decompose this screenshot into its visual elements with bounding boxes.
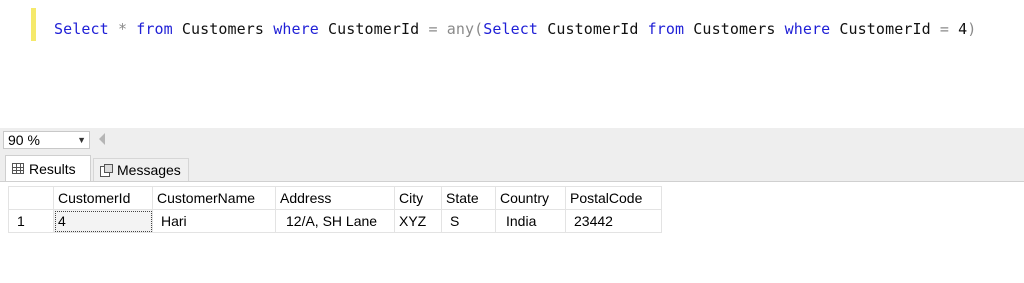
column-header[interactable]: Address (275, 186, 395, 210)
tab-results[interactable]: Results (5, 155, 91, 181)
sql-token: ( (474, 20, 484, 38)
grid-icon (12, 163, 24, 174)
grid-header-row: CustomerId CustomerName Address City Sta… (8, 186, 662, 210)
sql-token: where (784, 20, 831, 38)
sql-token: CustomerId (318, 20, 429, 38)
zoom-dropdown[interactable]: 90 % ▼ (3, 131, 90, 149)
zoom-value: 90 % (8, 132, 40, 148)
messages-icon (100, 164, 113, 177)
query-editor[interactable]: Select * from Customers where CustomerId… (0, 0, 1024, 128)
sql-token: = (939, 20, 949, 38)
sql-token: * (117, 20, 128, 38)
sql-token: = (428, 20, 438, 38)
scroll-left-arrow-icon[interactable] (99, 133, 105, 145)
column-header[interactable]: CustomerId (53, 186, 153, 210)
tab-results-label: Results (29, 160, 76, 177)
grid-cell[interactable]: 23442 (565, 209, 662, 233)
row-number-header[interactable] (8, 186, 54, 210)
sql-token: Customers (684, 20, 785, 38)
tab-messages[interactable]: Messages (93, 158, 189, 181)
table-row: 1 4 Hari 12/A, SH Lane XYZ S India 23442 (8, 209, 662, 233)
grid-cell[interactable]: XYZ (394, 209, 442, 233)
sql-token: from (136, 20, 173, 38)
sql-token: ) (967, 20, 977, 38)
sql-query-line[interactable]: Select * from Customers where CustomerId… (54, 20, 976, 38)
change-tracking-marker (31, 8, 36, 41)
column-header[interactable]: State (441, 186, 496, 210)
chevron-down-icon[interactable]: ▼ (77, 132, 86, 149)
tab-messages-label: Messages (117, 162, 181, 178)
grid-cell[interactable]: India (495, 209, 566, 233)
column-header[interactable]: CustomerName (152, 186, 276, 210)
grid-cell[interactable]: Hari (152, 209, 276, 233)
sql-token: 4 (949, 20, 968, 38)
column-header[interactable]: City (394, 186, 442, 210)
column-header[interactable]: PostalCode (565, 186, 662, 210)
results-grid: CustomerId CustomerName Address City Sta… (8, 186, 662, 233)
sql-token: Select (483, 20, 539, 38)
sql-token: where (273, 20, 319, 38)
sql-token: from (647, 20, 685, 38)
zoom-bar (0, 128, 1024, 152)
sql-token: CustomerId (538, 20, 648, 38)
row-number[interactable]: 1 (8, 209, 54, 233)
sql-token: CustomerId (830, 20, 940, 38)
sql-token: any (446, 20, 475, 38)
column-header[interactable]: Country (495, 186, 566, 210)
sql-token: Select (54, 20, 109, 38)
grid-cell[interactable]: 4 (53, 209, 153, 233)
grid-cell[interactable]: S (441, 209, 496, 233)
sql-token: Customers (172, 20, 274, 38)
grid-cell[interactable]: 12/A, SH Lane (275, 209, 395, 233)
